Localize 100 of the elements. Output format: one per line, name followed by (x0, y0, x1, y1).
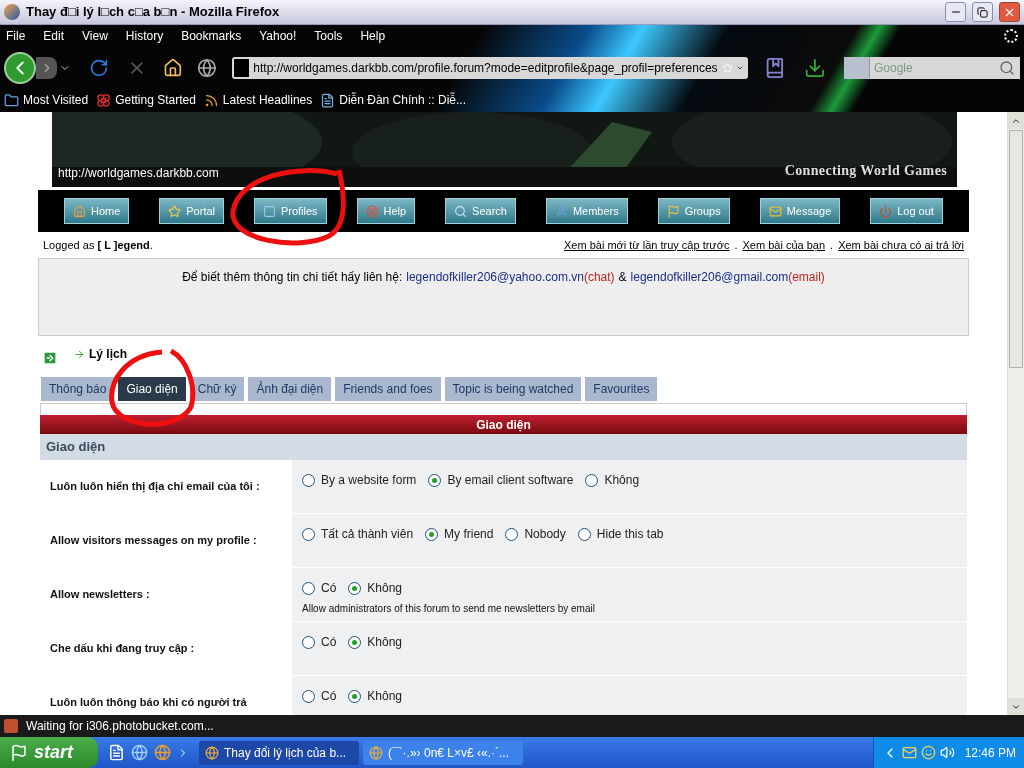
lifebuoy-icon (365, 204, 379, 218)
scrollbar[interactable] (1007, 112, 1024, 715)
tab[interactable]: Ảnh đại diện (248, 377, 332, 401)
notepad-icon[interactable] (108, 744, 125, 761)
firefox-icon (4, 4, 20, 20)
restore-button[interactable] (972, 2, 993, 22)
radio-button[interactable] (302, 527, 315, 541)
scroll-thumb[interactable] (1009, 130, 1023, 368)
bookmark-link[interactable]: Getting Started (115, 91, 196, 109)
menu-item[interactable]: Bookmarks (181, 27, 242, 45)
section-header: Giao diện (40, 434, 967, 460)
volume-icon[interactable] (939, 745, 955, 760)
tab[interactable]: Thông báo (41, 377, 115, 401)
mail-icon (768, 204, 782, 218)
menu-item[interactable]: Help (360, 27, 386, 45)
taskbar-button[interactable]: Thay đổi lý lịch của b... (199, 740, 359, 765)
radio-button[interactable] (577, 527, 591, 541)
page-icon (320, 92, 336, 108)
flower-icon (96, 92, 112, 108)
status-icon (4, 719, 18, 733)
radio-button[interactable] (302, 473, 315, 487)
field-label: Luôn luôn thông báo khi có người trả (50, 696, 247, 708)
star-icon (168, 204, 182, 218)
radio-button[interactable] (505, 527, 519, 541)
address-text: http://worldgames.darkbb.com/profile.forum?mode=editprofile&page_profil=preferences (253, 59, 718, 77)
search-engine-icon[interactable] (844, 56, 870, 79)
radio-button[interactable] (348, 581, 362, 595)
address-bar[interactable]: http://worldgames.darkbb.com/profile.forum?mode=editprofile&page_profil=preferences (232, 56, 749, 79)
bookmark-link[interactable]: Latest Headlines (222, 91, 313, 109)
option-label: Có (321, 688, 337, 705)
email-link[interactable]: legendofkiller206@gmail.com (630, 268, 789, 284)
start-button[interactable]: start (0, 737, 98, 768)
field-label: Allow newsletters : (50, 588, 150, 600)
field-label: Che dấu khi đang truy cập : (50, 642, 195, 654)
menu-item[interactable]: Edit (43, 27, 65, 45)
radio-button[interactable] (348, 635, 362, 649)
chat-label: (chat) (583, 269, 615, 284)
download-icon[interactable] (804, 56, 826, 79)
site-icon (234, 58, 250, 77)
quick-link[interactable]: Xem bài chưa có ai trả lời (838, 236, 964, 254)
banner-tagline: Connecting World Games (784, 162, 947, 180)
radio-button[interactable] (302, 635, 315, 649)
throbber-icon (1004, 29, 1018, 43)
login-status: Logged as [ L ]egend. (43, 237, 153, 253)
search-icon (454, 204, 468, 218)
radio-button[interactable] (302, 689, 315, 703)
app-icon (205, 745, 219, 760)
home-icon[interactable] (162, 57, 183, 78)
square-icon (262, 204, 276, 218)
bookmark-link[interactable]: Diễn Đàn Chính :: Diễ... (339, 91, 466, 109)
menu-item[interactable]: Tools (314, 27, 343, 45)
menu-item[interactable]: History (125, 27, 164, 45)
option-label: Hide this tab (596, 526, 664, 543)
power-icon (879, 204, 893, 218)
search-field[interactable]: Google (870, 56, 994, 79)
option-label: Nobody (524, 526, 566, 543)
tab[interactable]: Topic is being watched (444, 377, 582, 401)
forward-button[interactable] (35, 56, 58, 79)
option-label: By a website form (321, 472, 417, 489)
radio-button[interactable] (302, 581, 315, 595)
option-label: Không (367, 688, 403, 705)
bookmark-link[interactable]: Most Visited (23, 91, 89, 109)
tab[interactable]: Favourites (585, 377, 658, 401)
field-label: Allow visitors messages on my profile : (50, 534, 257, 546)
minimize-button[interactable] (945, 2, 966, 22)
quick-link[interactable]: Xem bài của bạn (742, 236, 826, 254)
back-button[interactable] (4, 51, 36, 84)
restore-icon (977, 6, 988, 18)
search-icon[interactable] (999, 59, 1015, 76)
firefox-icon[interactable] (154, 744, 171, 761)
option-label: Không (367, 634, 403, 651)
link-separator: . (829, 237, 835, 253)
radio-button[interactable] (585, 473, 599, 487)
tab[interactable]: Giao diện (118, 377, 186, 401)
radio-button[interactable] (428, 473, 442, 487)
tab[interactable]: Friends and foes (335, 377, 441, 401)
option-label: Tất cả thành viên (321, 526, 414, 543)
quick-link[interactable]: Xem bài mới từ lần truy cập trước (563, 236, 730, 254)
menu-item[interactable]: File (6, 27, 26, 45)
taskbar-button[interactable]: (¯`·.»› 0n€ L×v£ ‹«.·´... (363, 740, 523, 765)
close-button[interactable] (999, 2, 1020, 22)
reload-icon[interactable] (89, 57, 110, 78)
banner-url: http://worldgames.darkbb.com (58, 165, 219, 182)
menu-item[interactable]: Yahoo! (259, 27, 297, 45)
link-separator: . (733, 237, 739, 253)
app-icon (369, 745, 383, 760)
radio-button[interactable] (348, 689, 362, 703)
panel-header: Giao diện (40, 415, 967, 434)
radio-button[interactable] (425, 527, 439, 541)
option-label: Không (367, 580, 403, 597)
menu-item[interactable]: View (82, 27, 108, 45)
globe-icon[interactable] (196, 57, 217, 78)
windows-flag-icon (10, 743, 28, 762)
option-label: Có (321, 580, 337, 597)
notice-text: Để biết thêm thông tin chi tiết hấy liên hệ: (182, 269, 403, 284)
option-label: By email client software (447, 472, 574, 489)
arrow-icon (74, 348, 85, 360)
email-link[interactable]: legendofkiller206@yahoo.com.vn (406, 268, 584, 284)
email-label: (email) (788, 269, 825, 284)
browser-icon[interactable] (131, 744, 148, 761)
